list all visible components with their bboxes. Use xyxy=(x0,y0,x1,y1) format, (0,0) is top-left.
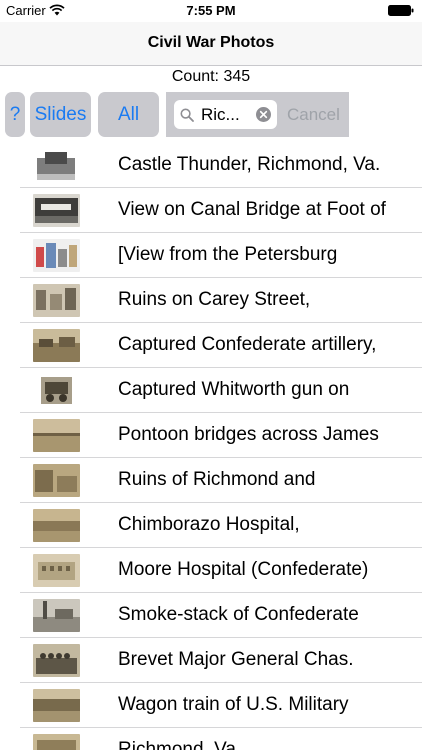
list-item[interactable]: Pontoon bridges across James xyxy=(0,413,422,458)
clear-icon[interactable] xyxy=(256,107,271,122)
search-icon xyxy=(180,108,194,122)
photo-thumbnail xyxy=(33,734,80,750)
photo-title: Smoke-stack of Confederate xyxy=(118,604,359,625)
search-text: Ric... xyxy=(201,105,240,124)
list-item[interactable]: Moore Hospital (Confederate) xyxy=(0,548,422,593)
status-time: 7:55 PM xyxy=(186,3,236,18)
list-item[interactable]: Richmond, Va. xyxy=(0,728,422,750)
slides-button[interactable]: Slides xyxy=(30,92,91,137)
photo-thumbnail xyxy=(33,239,80,272)
photo-thumbnail xyxy=(33,374,80,407)
photo-title: Ruins of Richmond and xyxy=(118,469,316,490)
photo-thumbnail xyxy=(33,329,80,362)
photo-title: Castle Thunder, Richmond, Va. xyxy=(118,154,381,175)
photo-thumbnail xyxy=(33,689,80,722)
page-title: Civil War Photos xyxy=(147,34,275,51)
photo-thumbnail xyxy=(33,284,80,317)
list-item[interactable]: Wagon train of U.S. Military xyxy=(0,683,422,728)
photo-thumbnail xyxy=(33,554,80,587)
photo-thumbnail xyxy=(33,194,80,227)
photo-title: Pontoon bridges across James xyxy=(118,424,379,445)
list-item[interactable]: Chimborazo Hospital, xyxy=(0,503,422,548)
photo-title: Brevet Major General Chas. xyxy=(118,649,354,670)
help-button[interactable]: ? xyxy=(5,92,25,137)
cancel-button[interactable]: Cancel xyxy=(287,105,340,125)
photo-title: Chimborazo Hospital, xyxy=(118,514,300,535)
battery-icon xyxy=(388,5,414,16)
photo-thumbnail xyxy=(33,464,80,497)
list-item[interactable]: Captured Confederate artillery, xyxy=(0,323,422,368)
list-item[interactable]: Brevet Major General Chas. xyxy=(0,638,422,683)
list-item[interactable]: Smoke-stack of Confederate xyxy=(0,593,422,638)
photo-title: Wagon train of U.S. Military xyxy=(118,694,349,715)
photo-title: View on Canal Bridge at Foot of xyxy=(118,199,386,220)
photo-title: Captured Whitworth gun on xyxy=(118,379,350,400)
list-item[interactable]: Captured Whitworth gun on xyxy=(0,368,422,413)
photo-title: Moore Hospital (Confederate) xyxy=(118,559,369,580)
search-input[interactable]: Ric... xyxy=(174,100,277,129)
count-label: Count: 345 xyxy=(171,68,251,85)
photo-list: Castle Thunder, Richmond, Va. View on Ca… xyxy=(0,143,422,750)
photo-thumbnail xyxy=(33,644,80,677)
status-bar: Carrier 7:55 PM xyxy=(0,0,422,22)
photo-thumbnail xyxy=(33,419,80,452)
list-item[interactable]: View on Canal Bridge at Foot of xyxy=(0,188,422,233)
list-item[interactable]: [View from the Petersburg xyxy=(0,233,422,278)
navigation-bar: Civil War Photos xyxy=(0,22,422,66)
all-button[interactable]: All xyxy=(98,92,159,137)
search-bar: Ric... Cancel xyxy=(166,92,349,137)
photo-thumbnail xyxy=(33,509,80,542)
photo-title: Ruins on Carey Street, xyxy=(118,289,311,310)
list-item[interactable]: Ruins of Richmond and xyxy=(0,458,422,503)
photo-title: Captured Confederate artillery, xyxy=(118,334,377,355)
photo-thumbnail xyxy=(33,599,80,632)
photo-title: Richmond, Va. xyxy=(118,739,242,750)
photo-title: [View from the Petersburg xyxy=(118,244,338,265)
list-item[interactable]: Castle Thunder, Richmond, Va. xyxy=(0,143,422,188)
list-item[interactable]: Ruins on Carey Street, xyxy=(0,278,422,323)
photo-thumbnail xyxy=(33,149,80,182)
